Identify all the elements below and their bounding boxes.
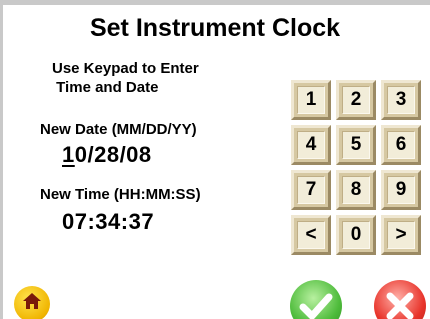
- key-1[interactable]: 1: [291, 80, 331, 120]
- key-8[interactable]: 8: [336, 170, 376, 210]
- key-0[interactable]: 0: [336, 215, 376, 255]
- key-right[interactable]: >: [381, 215, 421, 255]
- top-border: [0, 0, 430, 5]
- key-0-label: 0: [342, 221, 370, 249]
- home-button[interactable]: [14, 286, 50, 319]
- key-2[interactable]: 2: [336, 80, 376, 120]
- key-7[interactable]: 7: [291, 170, 331, 210]
- key-3[interactable]: 3: [381, 80, 421, 120]
- cancel-button[interactable]: [374, 280, 426, 319]
- key-7-label: 7: [297, 176, 325, 204]
- key-6-label: 6: [387, 131, 415, 159]
- key-8-label: 8: [342, 176, 370, 204]
- instructions-text: Use Keypad to Enter Time and Date: [52, 60, 199, 96]
- date-value-rest: 0/28/08: [74, 142, 152, 167]
- key-left-label: <: [297, 221, 325, 249]
- left-border: [0, 0, 3, 319]
- date-label: New Date (MM/DD/YY): [40, 121, 197, 138]
- key-4-label: 4: [297, 131, 325, 159]
- x-icon: [386, 292, 414, 319]
- key-right-label: >: [387, 221, 415, 249]
- page-title: Set Instrument Clock: [89, 14, 341, 42]
- key-6[interactable]: 6: [381, 125, 421, 165]
- date-cursor-digit: 1: [62, 142, 75, 167]
- set-clock-screen: Set Instrument Clock Use Keypad to Enter…: [0, 0, 430, 319]
- key-3-label: 3: [387, 86, 415, 114]
- key-left[interactable]: <: [291, 215, 331, 255]
- date-value[interactable]: 10/28/08: [62, 142, 152, 168]
- key-9[interactable]: 9: [381, 170, 421, 210]
- keypad: 1 2 3 4 5 6 7 8 9 < 0 >: [291, 80, 425, 260]
- key-5[interactable]: 5: [336, 125, 376, 165]
- key-5-label: 5: [342, 131, 370, 159]
- checkmark-icon: [299, 293, 333, 319]
- time-label: New Time (HH:MM:SS): [40, 186, 201, 203]
- key-1-label: 1: [297, 86, 325, 114]
- home-icon: [23, 293, 41, 309]
- key-4[interactable]: 4: [291, 125, 331, 165]
- time-value[interactable]: 07:34:37: [62, 209, 154, 235]
- key-2-label: 2: [342, 86, 370, 114]
- key-9-label: 9: [387, 176, 415, 204]
- ok-button[interactable]: [290, 280, 342, 319]
